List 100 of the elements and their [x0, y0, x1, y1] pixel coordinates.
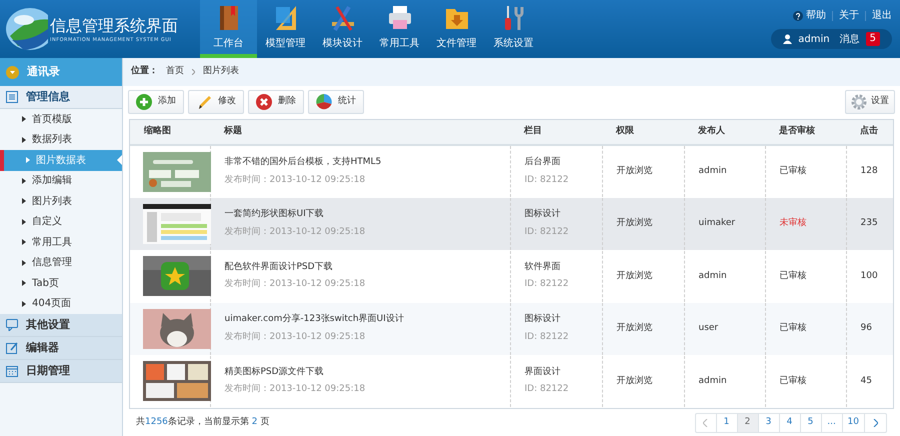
sidebar-item[interactable]: 图片列表	[0, 191, 122, 212]
calendar-icon	[6, 365, 18, 377]
list-icon	[6, 91, 18, 103]
category-text: 图标设计	[524, 208, 562, 222]
review-status-cell: 已审核	[765, 250, 846, 302]
nav-tab[interactable]: 模块设计	[314, 0, 371, 58]
page-button[interactable]: ...	[822, 414, 843, 432]
toolbar-button[interactable]: 修改	[188, 90, 244, 114]
publish-time: 发布时间：2013-10-12 09:25:18	[224, 278, 366, 292]
app-title: 信息管理系统界面	[50, 14, 178, 36]
table-row[interactable]: 一套简约形状图标UI下载 发布时间：2013-10-12 09:25:18 图标设计 ID: 82122 开放浏览 uimaker 未审核 235	[130, 198, 893, 250]
page-button[interactable]: 10	[842, 414, 865, 432]
nav-tab[interactable]: 工作台	[200, 0, 257, 58]
publish-time: 发布时间：2013-10-12 09:25:18	[224, 383, 366, 396]
page-button[interactable]: 2	[738, 414, 759, 432]
column-header: 点击	[846, 120, 893, 145]
sidebar-item[interactable]: 数据列表	[0, 130, 122, 150]
post-title[interactable]: 一套简约形状图标UI下载	[224, 208, 510, 222]
author-cell: uimaker	[684, 198, 765, 250]
toolbar-button[interactable]: 添加	[128, 90, 184, 114]
table-row[interactable]: uimaker.com分享-123张switch界面UI设计 发布时间：2013-10-12 09:25:18 图标设计 ID: 82122 开放浏览 user 已审核 96	[130, 302, 893, 355]
edit-icon	[6, 342, 18, 354]
permission-cell: 开放浏览	[602, 250, 684, 302]
publish-time: 发布时间：2013-10-12 09:25:18	[224, 226, 366, 239]
category-text: 后台界面	[524, 156, 562, 169]
author-cell: admin	[684, 145, 765, 198]
sidebar-item[interactable]: 常用工具	[0, 232, 122, 252]
sidebar-group[interactable]: 编辑器	[0, 337, 122, 360]
post-title[interactable]: uimaker.com分享-123张switch界面UI设计	[224, 313, 510, 327]
id-text: ID: 82122	[524, 174, 570, 186]
chevron-left-icon	[703, 418, 708, 426]
settings-button[interactable]: 设置	[845, 90, 895, 114]
sidebar-item[interactable]: 404页面	[0, 294, 122, 314]
record-summary: 共1256条记录，当前显示第 2 页	[136, 416, 270, 429]
clicks-cell: 128	[846, 145, 893, 198]
page-button[interactable]: 4	[780, 414, 801, 432]
permission-cell: 开放浏览	[602, 355, 684, 408]
plus-icon	[136, 94, 152, 110]
review-status-cell: 未审核	[765, 198, 846, 250]
clicks-cell: 96	[846, 302, 893, 355]
toolbar-button[interactable]: 统计	[308, 90, 364, 114]
review-status-cell: 已审核	[765, 145, 846, 198]
username: admin	[798, 32, 830, 46]
header-link[interactable]: 帮助	[806, 8, 826, 23]
post-title[interactable]: 配色软件界面设计PSD下载	[224, 260, 510, 274]
page-button[interactable]: 3	[758, 414, 780, 432]
sidebar-group[interactable]: 其他设置	[0, 314, 122, 337]
category-text: 界面设计	[524, 366, 562, 379]
arrow-right-icon	[22, 178, 26, 184]
author-cell: admin	[684, 355, 765, 408]
table-row[interactable]: 非常不错的国外后台模板，支持HTML5 发布时间：2013-10-12 09:25:18 后台界面 ID: 82122 开放浏览 admin 已审核 128	[130, 145, 893, 198]
settings-icon	[851, 94, 867, 110]
page-button[interactable]: 5	[800, 414, 822, 432]
permission-cell: 开放浏览	[602, 145, 684, 198]
sidebar-group[interactable]: 日期管理	[0, 360, 122, 383]
toolbar-button[interactable]: 删除	[248, 90, 304, 114]
chevron-right-icon	[192, 69, 195, 75]
category-text: 软件界面	[524, 260, 562, 274]
header-link[interactable]: 退出	[872, 8, 892, 23]
column-header: 发布人	[684, 120, 765, 145]
permission-cell: 开放浏览	[602, 302, 684, 355]
sidebar-item[interactable]: 首页模版	[0, 109, 122, 130]
nav-tab[interactable]: 模型管理	[257, 0, 314, 58]
user-icon	[783, 34, 792, 44]
globe-logo-icon	[4, 6, 48, 52]
help-icon	[793, 10, 803, 20]
breadcrumb-link[interactable]: 首页	[166, 65, 184, 79]
arrow-right-icon	[22, 136, 26, 143]
header-link[interactable]: 关于	[839, 8, 859, 23]
messages-link[interactable]: 消息	[840, 32, 860, 46]
nav-tab[interactable]: 常用工具	[371, 0, 428, 58]
column-header: 缩略图	[130, 120, 210, 145]
pencil-icon	[196, 94, 212, 110]
table-row[interactable]: 配色软件界面设计PSD下载 发布时间：2013-10-12 09:25:18 软件界面 ID: 82122 开放浏览 admin 已审核 100	[130, 250, 893, 302]
sidebar-group[interactable]: 管理信息	[0, 86, 122, 109]
arrow-right-icon	[22, 198, 26, 204]
nav-tab[interactable]: 文件管理	[428, 0, 485, 58]
column-header: 栏目	[510, 120, 602, 145]
author-cell: admin	[684, 250, 765, 302]
publish-time: 发布时间：2013-10-12 09:25:18	[224, 174, 366, 186]
author-cell: user	[684, 302, 765, 355]
sidebar-item[interactable]: 信息管理	[0, 252, 122, 273]
arrow-right-icon	[22, 218, 26, 225]
arrow-right-icon	[22, 116, 26, 122]
chat-icon	[6, 319, 18, 331]
nav-tab[interactable]: 系统设置	[485, 0, 542, 58]
column-header: 标题	[210, 120, 510, 145]
sidebar-item[interactable]: 添加编辑	[0, 170, 122, 191]
table-row[interactable]: 精美图标PSD源文件下载 发布时间：2013-10-12 09:25:18 界面设计 ID: 82122 开放浏览 admin 已审核 45	[130, 355, 893, 408]
id-text: ID: 82122	[524, 278, 570, 292]
arrow-right-icon	[22, 300, 26, 307]
category-text: 图标设计	[524, 313, 562, 326]
arrow-right-icon	[26, 157, 30, 164]
post-title[interactable]: 精美图标PSD源文件下载	[224, 366, 510, 380]
sidebar-item[interactable]: Tab页	[0, 273, 122, 294]
post-title[interactable]: 非常不错的国外后台模板，支持HTML5	[224, 156, 510, 170]
pie-chart-icon	[316, 94, 332, 110]
sidebar-item[interactable]: 自定义	[0, 212, 122, 232]
column-header: 权限	[602, 120, 684, 145]
breadcrumb-link[interactable]: 图片列表	[203, 65, 239, 79]
